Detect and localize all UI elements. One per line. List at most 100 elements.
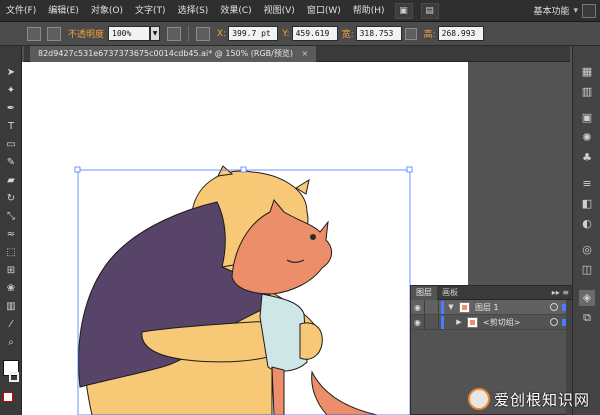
character-yellow-hand xyxy=(299,322,323,360)
scale-tool-icon[interactable]: ⤡ xyxy=(3,210,19,224)
width-label: 宽: xyxy=(341,30,354,40)
watermark-text: 爱创根知识网 xyxy=(494,390,591,409)
zoom-tool-icon[interactable]: ⌕ xyxy=(3,336,19,350)
menu-edit[interactable]: 编辑(E) xyxy=(42,0,85,22)
none-swatch[interactable] xyxy=(3,392,13,402)
y-label: Y: xyxy=(282,28,290,39)
stroke-swatch[interactable] xyxy=(9,372,19,382)
y-input[interactable]: 459.619 xyxy=(291,26,338,41)
height-input[interactable]: 268.993 xyxy=(437,26,484,41)
graphic-styles-icon[interactable]: ◫ xyxy=(579,262,595,278)
document-tab-title: 82d9427c531e6737373675c0014cdb45.ai* @ 1… xyxy=(38,49,293,58)
arrange-documents-icon[interactable]: ▤ xyxy=(420,2,439,19)
layer-thumbnail xyxy=(467,316,478,328)
target-icon[interactable] xyxy=(550,303,558,311)
lock-toggle[interactable] xyxy=(425,314,439,330)
illustration[interactable] xyxy=(22,62,468,415)
mesh-tool-icon[interactable]: ⊞ xyxy=(3,264,19,278)
selection-handle xyxy=(406,166,413,173)
menu-file[interactable]: 文件(F) xyxy=(0,0,42,22)
x-label: X: xyxy=(217,28,227,39)
layer-name[interactable]: 图层 1 xyxy=(475,302,499,313)
chevron-down-icon[interactable]: ▼ xyxy=(150,26,161,41)
menu-type[interactable]: 文字(T) xyxy=(129,0,172,22)
transparency-panel-icon[interactable]: ◐ xyxy=(579,216,595,232)
stroke-panel-icon[interactable]: ≡ xyxy=(579,176,595,192)
target-icon[interactable] xyxy=(550,318,558,326)
menu-select[interactable]: 选择(S) xyxy=(172,0,215,22)
chevron-down-icon[interactable]: ▾ xyxy=(573,6,582,16)
character-ear-left xyxy=(217,165,234,177)
eraser-tool-icon[interactable]: ▰ xyxy=(3,174,19,188)
workspace-switcher[interactable]: 基本功能 xyxy=(533,4,573,17)
magic-wand-icon[interactable]: ✦ xyxy=(3,84,19,98)
link-icon[interactable] xyxy=(404,27,417,40)
search-icon[interactable] xyxy=(582,3,596,18)
layer-row[interactable]: ◉ ▼ 图层 1 xyxy=(411,299,572,315)
gradient-panel-icon[interactable]: ◧ xyxy=(579,196,595,212)
rectangle-tool-icon[interactable]: ▭ xyxy=(3,138,19,152)
eye-icon[interactable]: ◉ xyxy=(411,299,425,315)
symbol-tool-icon[interactable]: ❀ xyxy=(3,282,19,296)
menu-effect[interactable]: 效果(C) xyxy=(214,0,257,22)
menu-help[interactable]: 帮助(H) xyxy=(347,0,391,22)
chevron-down-icon[interactable]: ▼ xyxy=(446,303,456,311)
pen-tool-icon[interactable]: ✒ xyxy=(3,102,19,116)
bridge-icon[interactable]: ▣ xyxy=(394,2,413,19)
color-panel-icon[interactable]: ▦ xyxy=(579,64,595,80)
chevron-right-icon[interactable]: ▶ xyxy=(454,318,464,326)
width-input[interactable]: 318.753 xyxy=(355,26,402,41)
layers-panel-tabs: 图层 画板 ▸▸ ≡ xyxy=(411,285,572,300)
menu-view[interactable]: 视图(V) xyxy=(258,0,301,22)
menu-window[interactable]: 窗口(W) xyxy=(301,0,347,22)
fox-tail xyxy=(311,370,378,415)
selection-tool-icon[interactable]: ➤ xyxy=(3,66,19,80)
graph-tool-icon[interactable]: ▥ xyxy=(3,300,19,314)
reference-point-icon[interactable] xyxy=(196,26,211,41)
fox-nose xyxy=(310,234,316,240)
type-tool-icon[interactable]: T xyxy=(3,120,19,134)
menu-bar: 文件(F) 编辑(E) 对象(O) 文字(T) 选择(S) 效果(C) 视图(V… xyxy=(0,0,600,22)
opacity-input[interactable]: 100% xyxy=(108,26,151,41)
brush-tool-icon[interactable]: ✎ xyxy=(3,156,19,170)
opacity-label[interactable]: 不透明度 xyxy=(68,27,104,40)
artboards-panel-icon[interactable]: ⧉ xyxy=(579,310,595,326)
document-tab[interactable]: 82d9427c531e6737373675c0014cdb45.ai* @ 1… xyxy=(30,46,317,62)
layer-color-swatch xyxy=(441,315,444,329)
tab-artboards[interactable]: 画板 xyxy=(437,286,463,300)
height-label: 高: xyxy=(423,30,436,40)
appearance-panel-icon[interactable]: ◎ xyxy=(579,242,595,258)
close-icon[interactable]: × xyxy=(302,49,309,58)
control-bar: 不透明度 100% ▼ X: 399.7 pt Y: 459.619 宽: 31… xyxy=(0,22,600,46)
lock-toggle[interactable] xyxy=(425,299,439,315)
layer-name[interactable]: <剪切组> xyxy=(483,317,520,328)
divider xyxy=(188,25,190,42)
artboard[interactable] xyxy=(22,62,468,415)
tab-layers[interactable]: 图层 xyxy=(411,285,437,300)
x-input[interactable]: 399.7 pt xyxy=(228,26,279,41)
tool-panel: ➤ ✦ ✒ T ▭ ✎ ▰ ↻ ⤡ ≈ ⬚ ⊞ ❀ ▥ ⁄ ⌕ xyxy=(0,46,22,415)
swatches-panel-icon[interactable]: ▣ xyxy=(579,110,595,126)
fox-leg xyxy=(271,366,285,415)
eyedropper-tool-icon[interactable]: ⁄ xyxy=(3,318,19,332)
rotate-tool-icon[interactable]: ↻ xyxy=(3,192,19,206)
color-guide-icon[interactable]: ▥ xyxy=(579,84,595,100)
selection-handle xyxy=(74,166,81,173)
watermark-logo-icon xyxy=(468,388,490,410)
style-icon[interactable] xyxy=(47,26,61,41)
shape-builder-icon[interactable]: ⬚ xyxy=(3,246,19,260)
layer-row[interactable]: ◉ ▶ <剪切组> xyxy=(411,314,572,330)
document-tab-bar: 82d9427c531e6737373675c0014cdb45.ai* @ 1… xyxy=(24,46,570,62)
selection-handle xyxy=(240,166,247,173)
symbols-panel-icon[interactable]: ♣ xyxy=(579,150,595,166)
menu-object[interactable]: 对象(O) xyxy=(85,0,129,22)
align-icon[interactable] xyxy=(167,26,182,41)
panel-dock: ▦ ▥ ▣ ✺ ♣ ≡ ◧ ◐ ◎ ◫ ◈ ⧉ xyxy=(572,46,600,415)
panel-menu-icon[interactable]: ▸▸ ≡ xyxy=(549,288,572,297)
eye-icon[interactable]: ◉ xyxy=(411,314,425,330)
warp-tool-icon[interactable]: ≈ xyxy=(3,228,19,242)
recolor-icon[interactable] xyxy=(27,26,41,41)
brushes-panel-icon[interactable]: ✺ xyxy=(579,130,595,146)
layers-panel-icon[interactable]: ◈ xyxy=(579,290,595,306)
layer-thumbnail xyxy=(459,301,470,313)
